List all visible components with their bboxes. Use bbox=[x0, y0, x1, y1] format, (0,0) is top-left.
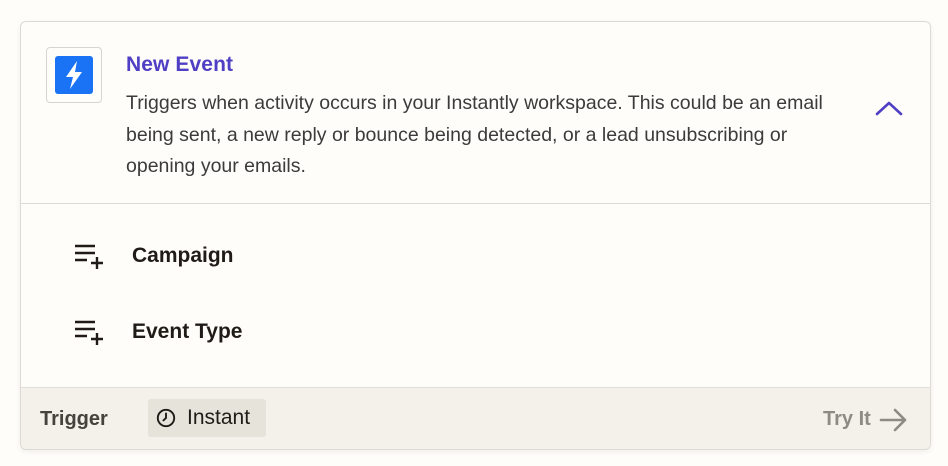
chevron-up-icon bbox=[875, 101, 903, 116]
trigger-description: Triggers when activity occurs in your In… bbox=[126, 92, 823, 177]
trigger-title: New Event bbox=[126, 53, 234, 76]
clock-icon bbox=[156, 408, 176, 428]
field-label: Event Type bbox=[132, 320, 243, 343]
add-to-list-icon bbox=[75, 244, 103, 269]
try-it-label: Try It bbox=[823, 408, 871, 430]
try-it-button[interactable]: Try It bbox=[823, 408, 913, 434]
instant-badge: Instant bbox=[148, 399, 266, 437]
collapse-button[interactable] bbox=[871, 94, 907, 124]
field-event-type[interactable]: Event Type bbox=[73, 315, 473, 351]
field-campaign[interactable]: Campaign bbox=[73, 239, 473, 275]
add-to-list-icon bbox=[75, 320, 103, 345]
trigger-footer: Trigger Instant Try It bbox=[21, 387, 930, 449]
lightning-bolt-icon bbox=[55, 56, 93, 94]
field-label: Campaign bbox=[132, 244, 234, 267]
app-icon-tile bbox=[46, 47, 102, 103]
arrow-right-icon bbox=[879, 408, 907, 432]
trigger-header[interactable]: New Event Triggers when activity occurs … bbox=[21, 22, 930, 204]
instant-badge-text: Instant bbox=[187, 406, 251, 429]
footer-trigger-label: Trigger bbox=[40, 408, 108, 430]
trigger-card: New Event Triggers when activity occurs … bbox=[20, 21, 931, 450]
